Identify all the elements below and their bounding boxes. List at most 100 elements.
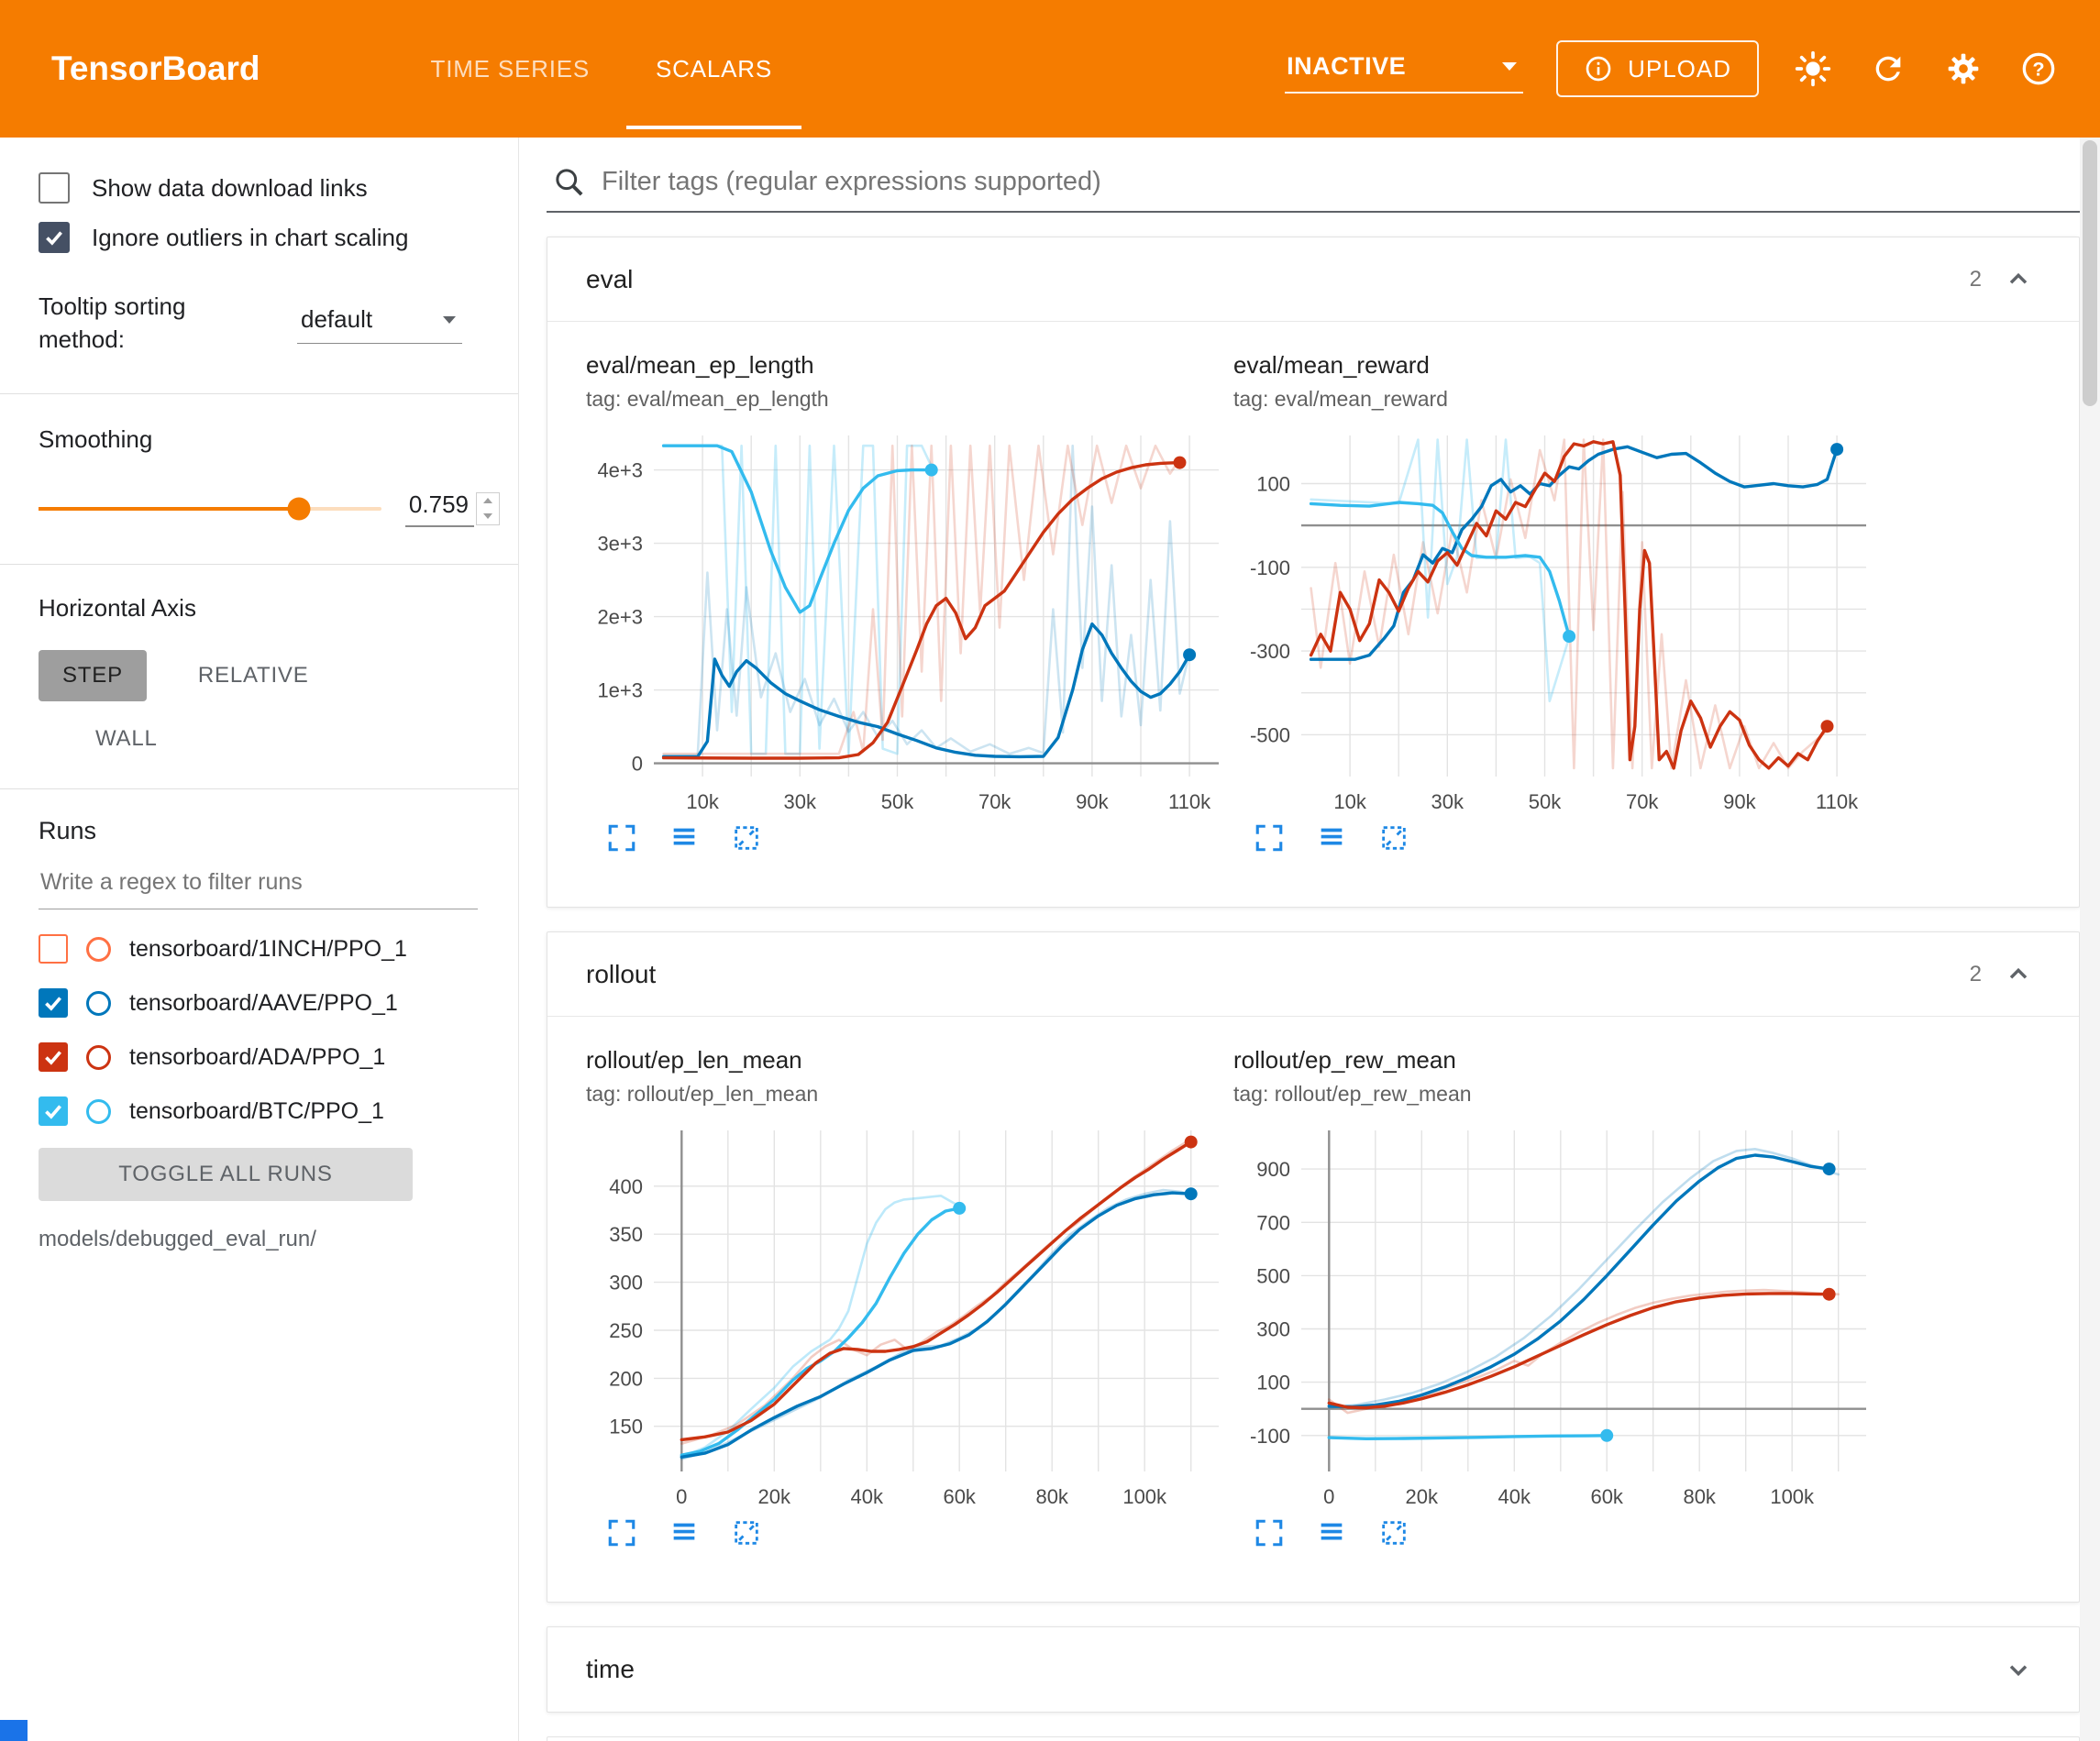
tab-time-series[interactable]: TIME SERIES — [398, 0, 624, 138]
chart-tag: tag: eval/mean_reward — [1233, 387, 1881, 412]
run-row[interactable]: tensorboard/ADA/PPO_1 — [39, 1030, 500, 1085]
smoothing-value[interactable]: 0.759 — [405, 490, 474, 527]
fit-domain-icon[interactable] — [731, 822, 762, 854]
status-dropdown[interactable]: INACTIVE — [1285, 45, 1523, 94]
svg-text:100: 100 — [1256, 473, 1290, 496]
line-chart[interactable]: 10k30k50k70k90k110k100-100-300-500 — [1233, 423, 1875, 819]
run-color-circle[interactable] — [86, 991, 111, 1016]
help-button[interactable]: ? — [2017, 48, 2060, 90]
run-row[interactable]: tensorboard/AAVE/PPO_1 — [39, 976, 500, 1030]
chevron-down-icon[interactable] — [2004, 1655, 2033, 1684]
chevron-up-icon[interactable] — [2004, 960, 2033, 989]
scrollbar-thumb[interactable] — [2083, 140, 2097, 406]
data-table-icon[interactable] — [1316, 1517, 1347, 1548]
line-chart[interactable]: 10k30k50k70k90k110k01e+32e+33e+34e+3 — [586, 423, 1228, 819]
run-row[interactable]: tensorboard/BTC/PPO_1 — [39, 1085, 500, 1139]
chart-tag: tag: eval/mean_ep_length — [586, 387, 1233, 412]
section-rollout: rollout 2 rollout/ep_len_mean tag: rollo… — [547, 931, 2080, 1603]
help-icon: ? — [2020, 50, 2057, 87]
smoothing-slider-handle[interactable] — [288, 497, 311, 520]
section-next-partial — [547, 1736, 2080, 1741]
fit-domain-icon[interactable] — [1378, 1517, 1409, 1548]
line-chart[interactable]: 020k40k60k80k100k-100100300500700900 — [1233, 1118, 1875, 1514]
run-label: tensorboard/BTC/PPO_1 — [129, 1098, 384, 1125]
divider — [0, 393, 518, 394]
section-time-header[interactable]: time — [547, 1627, 2079, 1712]
svg-text:-100: -100 — [1250, 1425, 1290, 1448]
fit-domain-icon[interactable] — [1378, 822, 1409, 854]
run-checkbox[interactable] — [39, 934, 68, 964]
svg-text:20k: 20k — [758, 1485, 791, 1508]
smoothing-label: Smoothing — [39, 425, 500, 454]
stepper-down-icon[interactable] — [477, 509, 499, 524]
svg-text:3e+3: 3e+3 — [597, 533, 643, 556]
svg-text:0: 0 — [676, 1485, 687, 1508]
run-list: tensorboard/1INCH/PPO_1 tensorboard/AAVE… — [39, 922, 500, 1139]
tag-filter-input[interactable] — [600, 166, 2076, 198]
axis-relative-button[interactable]: RELATIVE — [174, 650, 333, 701]
smoothing-stepper[interactable] — [476, 492, 500, 525]
run-label: tensorboard/1INCH/PPO_1 — [129, 936, 407, 963]
fullscreen-icon[interactable] — [606, 822, 637, 854]
show-download-links-label: Show data download links — [92, 174, 368, 203]
tab-scalars[interactable]: SCALARS — [623, 0, 805, 138]
svg-text:350: 350 — [609, 1223, 643, 1246]
svg-text:2e+3: 2e+3 — [597, 606, 643, 629]
run-row[interactable]: tensorboard/1INCH/PPO_1 — [39, 922, 500, 976]
settings-button[interactable] — [1942, 48, 1984, 90]
run-color-circle[interactable] — [86, 1045, 111, 1070]
section-rollout-header[interactable]: rollout 2 — [547, 932, 2079, 1017]
run-color-circle[interactable] — [86, 937, 111, 962]
tooltip-sorting-select[interactable]: default — [297, 302, 462, 344]
runs-footer-path: models/debugged_eval_run/ — [39, 1227, 500, 1252]
svg-text:50k: 50k — [1529, 790, 1562, 813]
data-table-icon[interactable] — [1316, 822, 1347, 854]
data-table-icon[interactable] — [669, 822, 700, 854]
svg-text:400: 400 — [609, 1175, 643, 1198]
runs-filter-input[interactable] — [39, 860, 478, 909]
stepper-up-icon[interactable] — [477, 493, 499, 509]
svg-text:90k: 90k — [1076, 790, 1109, 813]
refresh-button[interactable] — [1867, 48, 1909, 90]
data-table-icon[interactable] — [669, 1517, 700, 1548]
smoothing-slider[interactable] — [39, 507, 381, 511]
fullscreen-icon[interactable] — [1254, 1517, 1285, 1548]
vertical-scrollbar[interactable] — [2080, 138, 2100, 1741]
svg-text:110k: 110k — [1168, 790, 1211, 813]
horizontal-axis-label: Horizontal Axis — [39, 594, 500, 623]
app-title: TensorBoard — [51, 50, 260, 88]
ignore-outliers-label: Ignore outliers in chart scaling — [92, 224, 408, 252]
run-checkbox[interactable] — [39, 1042, 68, 1072]
toggle-all-runs-button[interactable]: TOGGLE ALL RUNS — [39, 1148, 413, 1201]
svg-text:700: 700 — [1256, 1211, 1290, 1234]
chevron-up-icon[interactable] — [2004, 265, 2033, 294]
fit-domain-icon[interactable] — [731, 1517, 762, 1548]
run-checkbox[interactable] — [39, 1096, 68, 1126]
axis-step-button[interactable]: STEP — [39, 650, 147, 701]
chart-card: rollout/ep_len_mean tag: rollout/ep_len_… — [586, 1046, 1233, 1548]
ignore-outliers-checkbox[interactable] — [39, 222, 70, 253]
svg-text:-500: -500 — [1250, 723, 1290, 746]
line-chart[interactable]: 020k40k60k80k100k150200250300350400 — [586, 1118, 1228, 1514]
svg-text:900: 900 — [1256, 1158, 1290, 1181]
chart-title: rollout/ep_rew_mean — [1233, 1046, 1881, 1074]
run-color-circle[interactable] — [86, 1099, 111, 1124]
fullscreen-icon[interactable] — [1254, 822, 1285, 854]
section-title: rollout — [586, 960, 656, 989]
upload-button[interactable]: UPLOAD — [1556, 40, 1759, 97]
show-download-links-checkbox[interactable] — [39, 172, 70, 204]
chart-tag: tag: rollout/ep_rew_mean — [1233, 1082, 1881, 1107]
svg-text:110k: 110k — [1816, 790, 1859, 813]
section-eval: eval 2 eval/mean_ep_length tag: eval/mea… — [547, 237, 2080, 908]
svg-text:?: ? — [2032, 58, 2044, 81]
svg-text:20k: 20k — [1406, 1485, 1439, 1508]
divider — [0, 788, 518, 789]
svg-text:40k: 40k — [851, 1485, 884, 1508]
section-count: 2 — [1970, 962, 1982, 987]
fullscreen-icon[interactable] — [606, 1517, 637, 1548]
brightness-toggle-button[interactable] — [1792, 48, 1834, 90]
run-checkbox[interactable] — [39, 988, 68, 1018]
svg-text:150: 150 — [609, 1416, 643, 1438]
section-eval-header[interactable]: eval 2 — [547, 237, 2079, 322]
axis-wall-button[interactable]: WALL — [72, 713, 182, 764]
